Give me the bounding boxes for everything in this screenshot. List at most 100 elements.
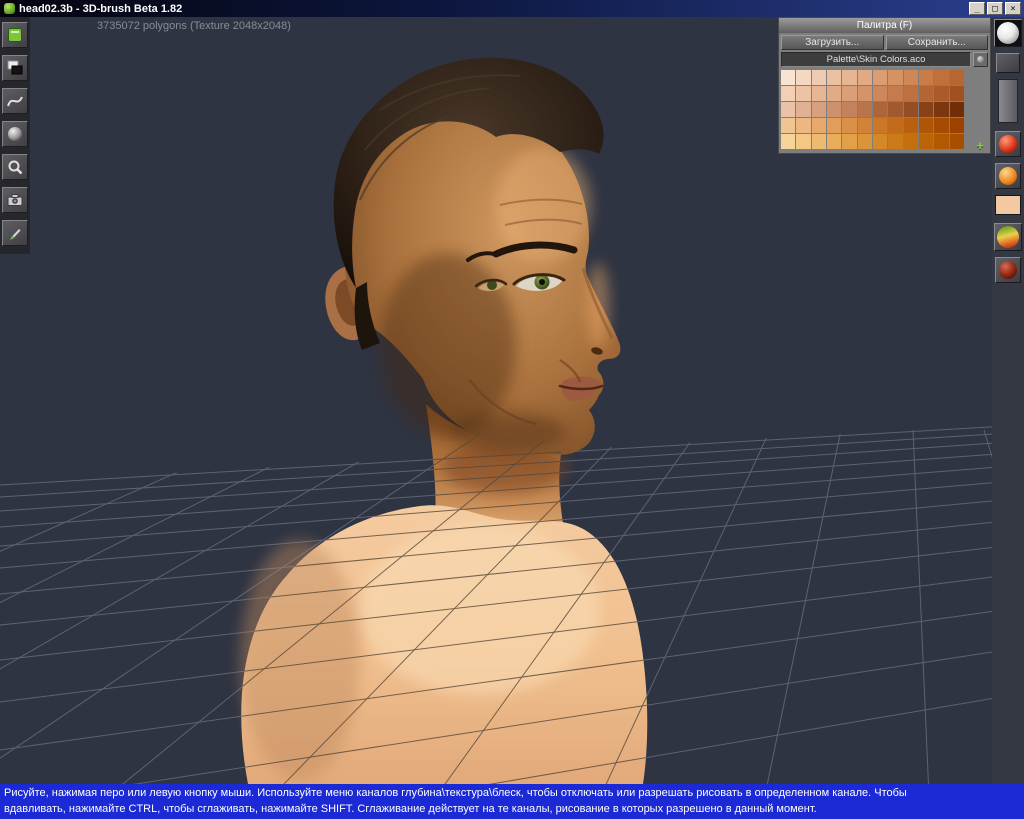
palette-panel: Палитра (F) Загрузить... Сохранить... Pa… xyxy=(778,17,991,154)
palette-swatch[interactable] xyxy=(873,70,887,85)
palette-swatch[interactable] xyxy=(919,102,933,117)
palette-file-menu-button[interactable] xyxy=(973,52,988,67)
palette-swatch[interactable] xyxy=(873,118,887,133)
dark-red-material-button[interactable] xyxy=(995,257,1021,283)
palette-swatch[interactable] xyxy=(858,86,872,101)
palette-swatch[interactable] xyxy=(796,86,810,101)
menu-dot-icon xyxy=(977,56,984,63)
zoom-button[interactable] xyxy=(2,154,28,180)
palette-swatch[interactable] xyxy=(796,118,810,133)
palette-swatch[interactable] xyxy=(873,102,887,117)
palette-swatch[interactable] xyxy=(858,70,872,85)
pen-button[interactable] xyxy=(2,220,28,246)
palette-swatch[interactable] xyxy=(904,86,918,101)
palette-swatch[interactable] xyxy=(950,102,964,117)
sphere-tool-button[interactable] xyxy=(2,121,28,147)
palette-swatch[interactable] xyxy=(873,134,887,149)
palette-swatch[interactable] xyxy=(781,70,795,85)
palette-swatch[interactable] xyxy=(781,86,795,101)
palette-swatch[interactable] xyxy=(934,118,948,133)
palette-swatch[interactable] xyxy=(812,102,826,117)
palette-swatch[interactable] xyxy=(888,86,902,101)
palette-swatch[interactable] xyxy=(888,134,902,149)
palette-swatch[interactable] xyxy=(934,134,948,149)
red-material-button[interactable] xyxy=(995,131,1021,157)
palette-swatch[interactable] xyxy=(904,70,918,85)
layers-button[interactable] xyxy=(2,55,28,81)
palette-swatch[interactable] xyxy=(950,86,964,101)
palette-swatch[interactable] xyxy=(904,118,918,133)
palette-swatch[interactable] xyxy=(827,118,841,133)
palette-load-button[interactable]: Загрузить... xyxy=(781,35,884,50)
palette-save-button[interactable]: Сохранить... xyxy=(886,35,989,50)
palette-swatch[interactable] xyxy=(842,86,856,101)
polygon-status: 3735072 polygons (Texture 2048x2048) xyxy=(97,20,291,32)
palette-swatch[interactable] xyxy=(842,70,856,85)
red-material-icon xyxy=(999,135,1017,153)
orange-material-icon xyxy=(999,167,1017,185)
palette-swatch[interactable] xyxy=(873,86,887,101)
palette-swatch[interactable] xyxy=(827,134,841,149)
open-file-button[interactable] xyxy=(2,22,28,48)
palette-swatch[interactable] xyxy=(812,118,826,133)
palette-swatch[interactable] xyxy=(934,86,948,101)
palette-swatch[interactable] xyxy=(888,118,902,133)
palette-swatch[interactable] xyxy=(812,70,826,85)
palette-swatch[interactable] xyxy=(888,70,902,85)
palette-title[interactable]: Палитра (F) xyxy=(779,18,990,33)
palette-swatch[interactable] xyxy=(812,86,826,101)
add-color-button[interactable]: + xyxy=(976,139,984,152)
palette-swatch[interactable] xyxy=(842,134,856,149)
blank-tool-button[interactable] xyxy=(996,53,1020,73)
pen-icon xyxy=(6,224,24,242)
palette-swatch[interactable] xyxy=(888,102,902,117)
palette-file-dropdown[interactable]: Palette\Skin Colors.aco xyxy=(781,52,971,67)
app-icon xyxy=(4,3,15,14)
environment-light-button[interactable] xyxy=(994,19,1022,47)
palette-swatch[interactable] xyxy=(827,70,841,85)
current-color-swatch[interactable] xyxy=(995,195,1021,215)
camera-icon xyxy=(6,191,24,209)
curves-button[interactable] xyxy=(2,88,28,114)
palette-swatch[interactable] xyxy=(934,70,948,85)
palette-swatch[interactable] xyxy=(904,102,918,117)
palette-swatch[interactable] xyxy=(919,70,933,85)
palette-swatch[interactable] xyxy=(812,134,826,149)
help-line-1: Рисуйте, нажимая перо или левую кнопку м… xyxy=(4,785,1020,801)
palette-swatch[interactable] xyxy=(919,134,933,149)
palette-swatch[interactable] xyxy=(950,118,964,133)
palette-swatch-grid xyxy=(781,70,964,149)
minimize-button[interactable]: _ xyxy=(969,2,985,15)
palette-swatch[interactable] xyxy=(858,118,872,133)
palette-swatch[interactable] xyxy=(842,118,856,133)
palette-swatch[interactable] xyxy=(919,86,933,101)
palette-swatch[interactable] xyxy=(796,70,810,85)
palette-swatch[interactable] xyxy=(858,102,872,117)
left-toolbar xyxy=(0,17,30,254)
close-button[interactable]: × xyxy=(1005,2,1021,15)
palette-swatch[interactable] xyxy=(827,86,841,101)
palette-file-row: Palette\Skin Colors.aco xyxy=(779,52,990,69)
maximize-button[interactable]: □ xyxy=(987,2,1003,15)
palette-swatch[interactable] xyxy=(842,102,856,117)
palette-swatch[interactable] xyxy=(934,102,948,117)
help-line-2: вдавливать, нажимайте CTRL, чтобы сглажи… xyxy=(4,801,1020,817)
palette-swatch[interactable] xyxy=(827,102,841,117)
palette-swatch[interactable] xyxy=(781,102,795,117)
orange-material-button[interactable] xyxy=(995,163,1021,189)
camera-button[interactable] xyxy=(2,187,28,213)
curve-icon xyxy=(6,92,24,110)
palette-swatch[interactable] xyxy=(781,118,795,133)
palette-swatch[interactable] xyxy=(950,134,964,149)
palette-swatch[interactable] xyxy=(796,102,810,117)
palette-swatch[interactable] xyxy=(904,134,918,149)
color-wheel-button[interactable] xyxy=(994,223,1022,251)
palette-swatch[interactable] xyxy=(796,134,810,149)
palette-swatch[interactable] xyxy=(781,134,795,149)
zoom-slider-track[interactable] xyxy=(998,79,1018,123)
window-titlebar[interactable]: head02.3b - 3D-brush Beta 1.82 _ □ × xyxy=(0,0,1024,17)
palette-swatch[interactable] xyxy=(858,134,872,149)
palette-swatch[interactable] xyxy=(919,118,933,133)
sphere-icon xyxy=(6,125,24,143)
palette-swatch[interactable] xyxy=(950,70,964,85)
